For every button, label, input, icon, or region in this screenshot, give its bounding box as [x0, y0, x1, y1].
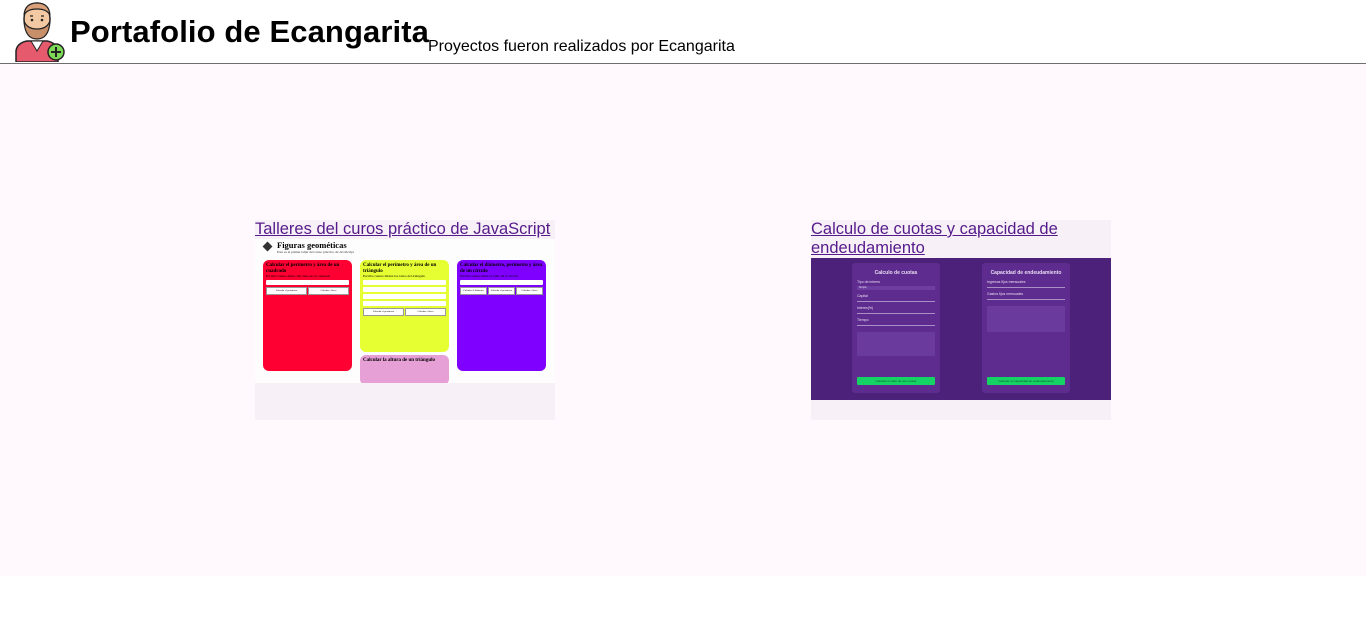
preview-panel-height: Calcular la altura de un triángulo — [360, 355, 449, 383]
panel-button: Calcular su capacidad de endeudamiento — [987, 377, 1065, 385]
panel-input — [987, 287, 1065, 288]
preview-subtitle: Este es el primer taller del curso práct… — [277, 250, 354, 254]
project-preview-image[interactable]: Calculo de cuotas Tipo de interes Simple… — [811, 258, 1111, 400]
preview-panel-circle: Calcular el diámetro, perímetro y área d… — [457, 260, 546, 371]
panel-buttons: Calcular el perímetro Calcular el área — [363, 308, 446, 316]
project-link-javascript[interactable]: Talleres del curos práctico de JavaScrip… — [255, 220, 555, 239]
panel-output — [857, 332, 935, 356]
panel-button: Calcular el perímetro — [266, 287, 307, 295]
panel-select: Simple — [857, 286, 935, 290]
panel-heading: Calcular el perímetro y área de un trián… — [363, 263, 437, 274]
panel-input — [857, 325, 935, 326]
panel-label: Tiempo — [857, 318, 869, 322]
panel-heading: Capacidad de endeudamiento — [990, 270, 1062, 276]
project-preview-image[interactable]: Figuras geométicas Este es el primer tal… — [255, 239, 555, 383]
panel-button: Calcular el área — [405, 308, 446, 316]
panel-label: Escribe cuanto mide cada lado de tu cuad… — [266, 274, 331, 278]
project-link-cuotas[interactable]: Calculo de cuotas y capacidad de endeuda… — [811, 220, 1111, 258]
panel-button: Calcular el área — [308, 287, 349, 295]
panel-input — [363, 280, 446, 285]
preview-panel-cuotas: Calculo de cuotas Tipo de interes Simple… — [852, 263, 940, 393]
panel-input — [363, 301, 446, 306]
panel-button: Calcular el diámetro — [460, 287, 487, 295]
preview-panel-endeudamiento: Capacidad de endeudamiento Ingresos fijo… — [982, 263, 1070, 393]
panel-input — [266, 280, 349, 285]
panel-label: Escribe cuanto mide el radio de tu círcu… — [460, 274, 519, 278]
project-card-javascript: Talleres del curos práctico de JavaScrip… — [255, 220, 555, 420]
projects-section: Talleres del curos práctico de JavaScrip… — [0, 64, 1366, 576]
panel-label: Escribe cuanto miden los lados del trián… — [363, 274, 426, 278]
panel-input — [363, 294, 446, 299]
panel-label: Interes(%) — [857, 306, 874, 310]
preview-panel-triangle: Calcular el perímetro y área de un trián… — [360, 260, 449, 352]
bearded-man-avatar-icon — [15, 2, 65, 62]
panel-button: Calcular el perímetro — [363, 308, 404, 316]
panel-input — [460, 280, 543, 285]
panel-input — [987, 299, 1065, 300]
panel-heading: Calcular la altura de un triángulo — [363, 358, 435, 363]
panel-input — [857, 313, 935, 314]
preview-header: Figuras geométicas Este es el primer tal… — [262, 240, 354, 255]
panel-buttons: Calcular el diámetro Calcular el perímet… — [460, 287, 543, 295]
panel-heading: Calcular el diámetro, perímetro y área d… — [460, 263, 543, 274]
project-card-cuotas: Calculo de cuotas y capacidad de endeuda… — [811, 220, 1111, 420]
page-subtitle: Proyectos fueron realizados por Ecangari… — [428, 38, 735, 55]
panel-heading: Calcular el perímetro y área de un cuadr… — [266, 263, 340, 274]
panel-label: Gastos fijos mensuales — [987, 292, 1024, 296]
panel-label: Capital — [857, 294, 868, 298]
page-title: Portafolio de Ecangarita — [70, 14, 429, 49]
site-header: Portafolio de Ecangarita Proyectos fuero… — [0, 0, 1366, 64]
preview-title: Figuras geométicas — [277, 240, 347, 250]
panel-label: Ingresos fijos mensuales — [987, 280, 1026, 284]
panel-buttons: Calcular el perímetro Calcular el área — [266, 287, 349, 295]
panel-input — [363, 287, 446, 292]
panel-label: Tipo de interes — [857, 280, 881, 284]
panel-button: Calcular el valor de sus cuotas — [857, 377, 935, 385]
preview-panel-square: Calcular el perímetro y área de un cuadr… — [263, 260, 352, 371]
panel-input — [857, 301, 935, 302]
panel-heading: Calculo de cuotas — [874, 270, 918, 276]
panel-output — [987, 306, 1065, 332]
panel-button: Calcular el perímetro — [488, 287, 515, 295]
panel-button: Calcular el área — [516, 287, 543, 295]
